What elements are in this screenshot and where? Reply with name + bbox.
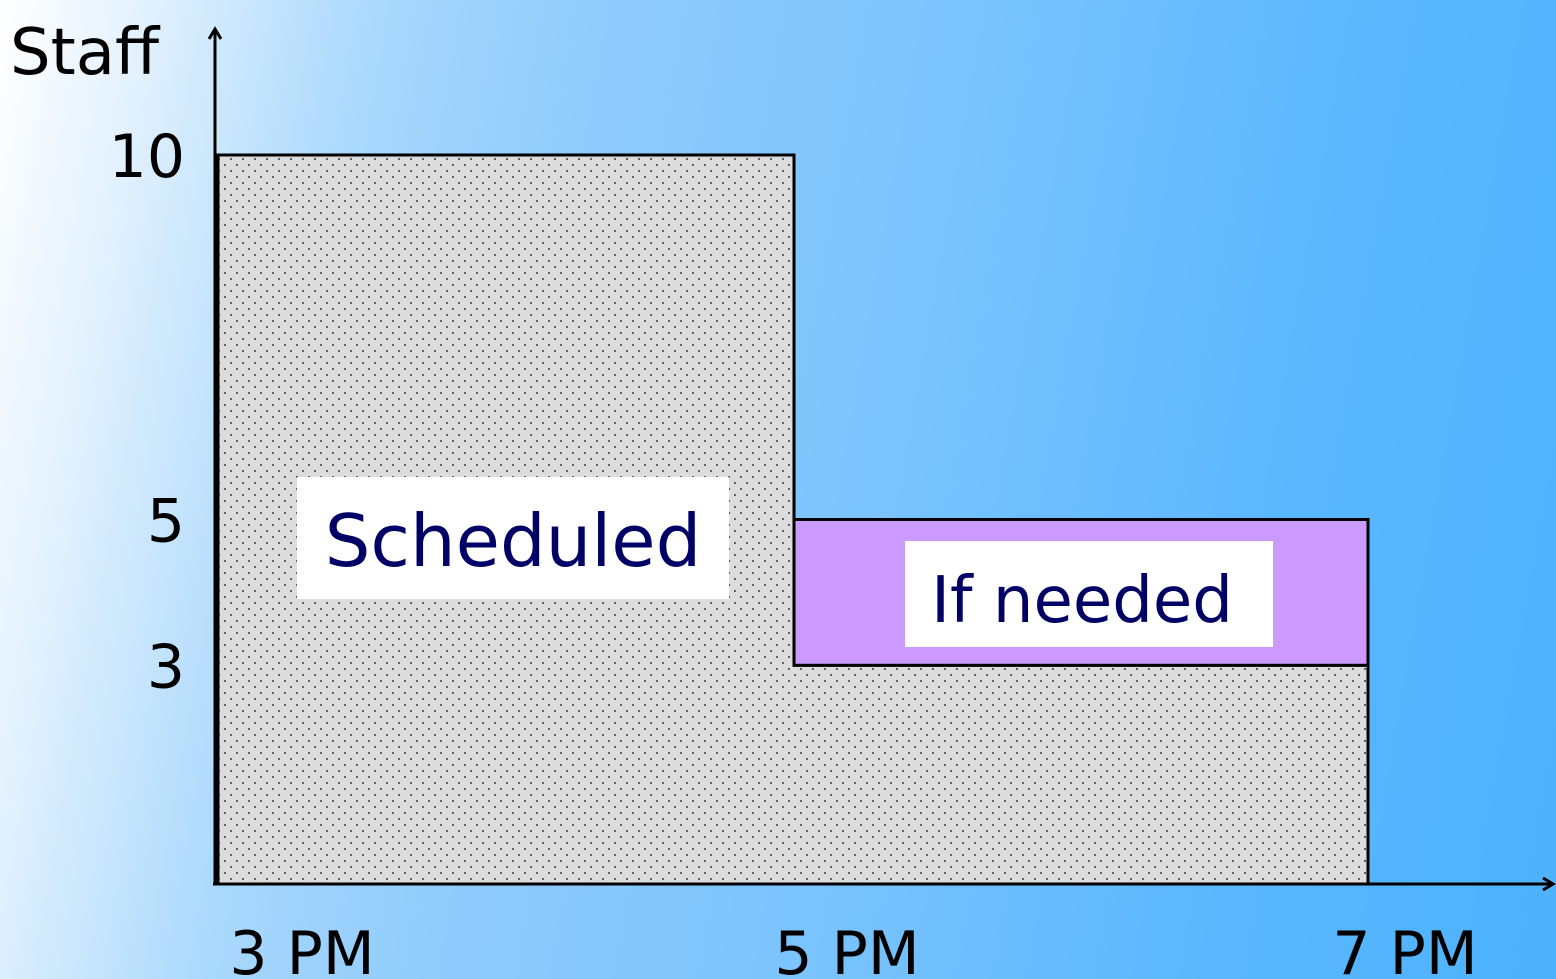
y-tick-label: 10 xyxy=(109,122,185,192)
if-needed-label: If needed xyxy=(931,564,1233,638)
x-tick-label: 3 PM xyxy=(229,919,374,979)
x-tick-label: 7 PM xyxy=(1332,919,1477,979)
y-axis-label: Staff xyxy=(10,16,161,90)
x-tick-label: 5 PM xyxy=(774,919,919,979)
y-tick-label: 3 xyxy=(147,632,185,702)
scheduled-label: Scheduled xyxy=(325,499,702,583)
staffing-chart: Staff 10 5 3 3 PM 5 PM 7 PM Scheduled If needed xyxy=(10,16,1556,979)
y-tick-label: 5 xyxy=(147,487,185,557)
